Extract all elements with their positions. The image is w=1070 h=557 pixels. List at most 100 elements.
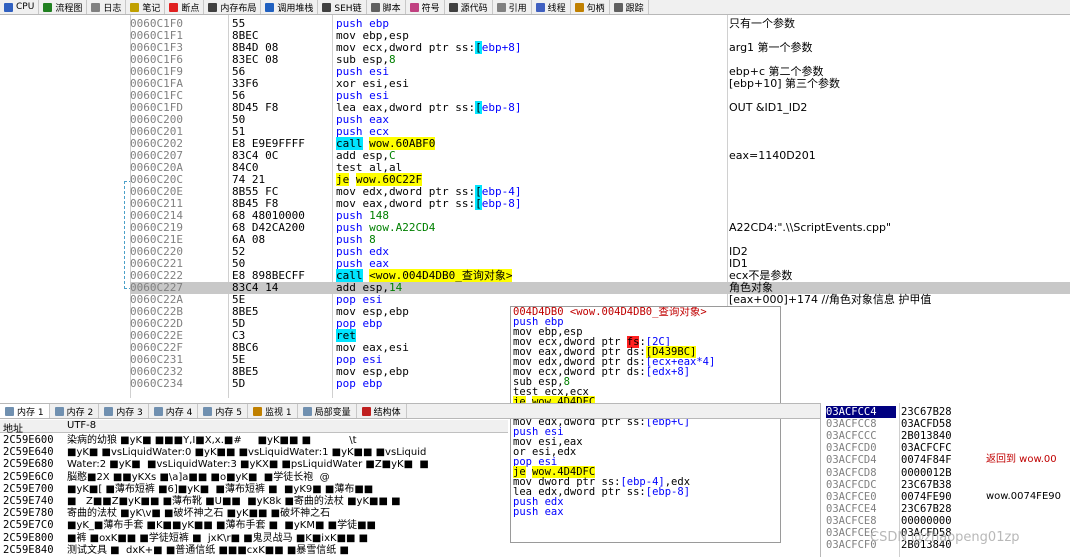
- disasm-row[interactable]: 0060C22A 5E pop esi [eax+000]+174 //角色对象信息 …: [130, 294, 1070, 306]
- watermark: CSDN @zhaopeng01zp: [870, 530, 1020, 545]
- asm-token: ebp-8]: [481, 197, 522, 210]
- dump-text: 脳憨■2X ■■yKXs ■\a]a■■ ■o■yK■ ■学徒长袍 @: [67, 471, 330, 483]
- stack-row[interactable]: 03ACFCE4 23C67B28: [821, 503, 1070, 515]
- tab-label: 日志: [103, 3, 122, 14]
- stack-row[interactable]: 03ACFCC8 03ACFD58: [821, 418, 1070, 430]
- tab-label: 结构体: [373, 407, 401, 418]
- memory-icon: [5, 406, 14, 416]
- tab-notes[interactable]: 笔记: [126, 0, 166, 14]
- tab-threads[interactable]: 线程: [532, 0, 571, 14]
- stack-value: 23C67B38: [901, 478, 952, 491]
- instruction-text: lea eax,dword ptr ss:[ebp-8]: [336, 101, 726, 114]
- tab-memory-1[interactable]: 内存 2: [50, 404, 100, 418]
- stack-address: 03ACFCC8: [826, 418, 877, 431]
- disasm-row[interactable]: 0060C1FA 33F6 xor esi,esi [ebp+10] 第三个参数: [130, 78, 1070, 90]
- tab-seh[interactable]: SEH链: [318, 0, 367, 14]
- stack-row[interactable]: 03ACFCE0 0074FE90 wow.0074FE90: [821, 491, 1070, 503]
- instruction-comment: [ebp+10] 第三个参数: [729, 77, 841, 90]
- tab-struct-7[interactable]: 结构体: [357, 404, 407, 418]
- tab-log[interactable]: 日志: [87, 0, 127, 14]
- dump-address: 2C59E740: [3, 495, 54, 507]
- instruction-text: push wow.A22CD4: [336, 222, 726, 234]
- tab-callstack[interactable]: 调用堆栈: [261, 0, 319, 14]
- tab-label: 内存 5: [215, 407, 242, 418]
- tab-label: 内存 1: [17, 407, 44, 418]
- memory-icon: [153, 406, 163, 416]
- dump-row[interactable]: 2C59E740 ■ Z■■Z■yK■■ ■薄布靴 ■U■■ ■yK8k ■寄曲的…: [0, 495, 508, 508]
- disasm-row[interactable]: 0060C1F9 56 push esi ebp+c 第二个参数: [130, 66, 1070, 78]
- stack-row[interactable]: 03ACFCD4 0074F84F 返回到 wow.00: [821, 454, 1070, 466]
- stack-address: 03ACFCE8: [826, 514, 877, 527]
- threads-icon: [535, 2, 545, 12]
- instruction-comment: ID2: [729, 245, 748, 258]
- tab-memory-map[interactable]: 内存布局: [204, 0, 262, 14]
- tab-watch-5[interactable]: 监视 1: [248, 404, 298, 418]
- disasm-row[interactable]: 0060C1FD 8D45 F8 lea eax,dword ptr ss:[ebp…: [130, 101, 1070, 114]
- instruction-bytes: 50: [232, 113, 246, 126]
- tab-trace[interactable]: 跟踪: [610, 0, 649, 14]
- breakpoint-icon: [169, 2, 179, 12]
- stack-row[interactable]: 03ACFCD8 0000012B: [821, 467, 1070, 479]
- dump-header-address: 地址: [3, 424, 23, 435]
- disasm-row[interactable]: 0060C1F6 83EC 08 sub esp,8: [130, 54, 1070, 66]
- tab-label: 内存 4: [165, 407, 193, 418]
- disasm-row[interactable]: 0060C21E 6A 08 push 8: [130, 234, 1070, 246]
- instruction-text: mov eax,dword ptr ss:[ebp-8]: [336, 197, 726, 210]
- tab-symbols[interactable]: 符号: [406, 0, 445, 14]
- dump-row[interactable]: 2C59E840 测试文具 ■ dxK+■ ■普通信纸 ■■■cxK■■ ■暴雪信…: [0, 544, 508, 557]
- stack-row[interactable]: 03ACFCCC 2B013840: [821, 430, 1070, 442]
- tab-memory-3[interactable]: 内存 4: [149, 404, 199, 418]
- disasm-row[interactable]: 0060C1F0 55 push ebp 只有一个参数: [130, 18, 1070, 30]
- dump-address: 2C59E840: [3, 543, 54, 556]
- stack-row[interactable]: 03ACFCDC 23C67B38: [821, 479, 1070, 491]
- tab-label: 监视 1: [264, 407, 292, 418]
- dump-row[interactable]: 2C59E600 染病的幼狼 ■yK■ ■■■Y,I■X,x.■# ■yK■■ ■…: [0, 434, 508, 447]
- dump-row[interactable]: 2C59E640 ■yK■ ■vsLiquidWater:0 ■yK■■ ■vsL…: [0, 446, 508, 459]
- dump-address: 2C59E600: [3, 434, 54, 446]
- memory-dump-view[interactable]: 地址 UTF-8 2C59E600 染病的幼狼 ■yK■ ■■■Y,I■X,x.■…: [0, 420, 508, 557]
- tab-label: 局部变量: [314, 407, 351, 418]
- dump-row[interactable]: 2C59E700 ■yK■[ ■薄布短裤 ■6]■yK■ ■薄布短裤 ■ ■yK9…: [0, 483, 508, 496]
- disasm-row[interactable]: 0060C220 52 push edx ID2: [130, 246, 1070, 258]
- disasm-row[interactable]: 0060C200 50 push eax: [130, 114, 1070, 126]
- tab-handles[interactable]: 句柄: [571, 0, 610, 14]
- stack-value: 00000000: [901, 514, 952, 527]
- tab-locals-6[interactable]: 局部变量: [298, 404, 357, 418]
- dump-address: 2C59E7C0: [3, 519, 54, 532]
- tab-references[interactable]: 引用: [493, 0, 532, 14]
- instruction-text: push edx: [336, 246, 726, 258]
- instruction-comment: arg1 第一个参数: [729, 41, 813, 54]
- dump-header-encoding: UTF-8: [67, 420, 97, 431]
- asm-token: [: [475, 197, 482, 210]
- stack-row[interactable]: 03ACFCC4 23C67B28: [821, 406, 1070, 418]
- dump-row[interactable]: 2C59E800 ■裤 ■oxK■■ ■学徒短裤 ■ jxK\r■ ■鬼灵战马 ■…: [0, 532, 508, 545]
- disasm-row[interactable]: 0060C207 83C4 0C add esp,C eax=1140D201: [130, 150, 1070, 162]
- disasm-row[interactable]: 0060C20A 84C0 test al,al: [130, 162, 1070, 174]
- stack-address: 03ACFCCC: [826, 430, 877, 443]
- memory-icon: [54, 406, 64, 416]
- tab-cpu[interactable]: CPU: [0, 0, 40, 14]
- instruction-text: push 8: [336, 234, 726, 246]
- tab-breakpoint[interactable]: 断点: [165, 0, 205, 14]
- dump-row[interactable]: 2C59E780 寄曲的法杖 ■yK\v■ ■破坏神之石 ■yK■■ ■破坏神之石: [0, 507, 508, 520]
- tab-memory-0[interactable]: 内存 1: [0, 404, 50, 418]
- dump-tabs-bar: 内存 1 内存 2 内存 3 内存 4 内存 5 监视 1 局部变量 结构体: [0, 403, 820, 419]
- instruction-comment: eax=1140D201: [729, 149, 816, 162]
- tab-memory-4[interactable]: 内存 5: [198, 404, 248, 418]
- tab-label: 句柄: [586, 3, 605, 14]
- tab-label: 引用: [508, 3, 527, 14]
- dump-row[interactable]: 2C59E680 Water:2 ■yK■ ■vsLiquidWater:3 ■y…: [0, 458, 508, 471]
- tab-graph[interactable]: 流程图: [39, 0, 88, 14]
- dump-address: 2C59E640: [3, 446, 54, 459]
- asm-token: ebp+8]: [481, 41, 522, 54]
- tab-memory-2[interactable]: 内存 3: [99, 404, 149, 418]
- tab-source[interactable]: 源代码: [445, 0, 493, 14]
- notes-icon: [130, 2, 140, 12]
- stack-row[interactable]: 03ACFCD0 03ACFCFC: [821, 442, 1070, 454]
- stack-row[interactable]: 03ACFCE8 00000000: [821, 515, 1070, 527]
- dump-row[interactable]: 2C59E7C0 ■yK_■薄布手套 ■K■■yK■■ ■薄布手套 ■ ■yKM■…: [0, 519, 508, 532]
- tab-script[interactable]: 脚本: [367, 0, 406, 14]
- dump-row[interactable]: 2C59E6C0 脳憨■2X ■■yKXs ■\a]a■■ ■o■yK■ ■学徒长…: [0, 471, 508, 484]
- instruction-text: add esp,14: [336, 282, 726, 294]
- disasm-row[interactable]: 0060C219 68 D42CA200 push wow.A22CD4 A22CD4…: [130, 222, 1070, 234]
